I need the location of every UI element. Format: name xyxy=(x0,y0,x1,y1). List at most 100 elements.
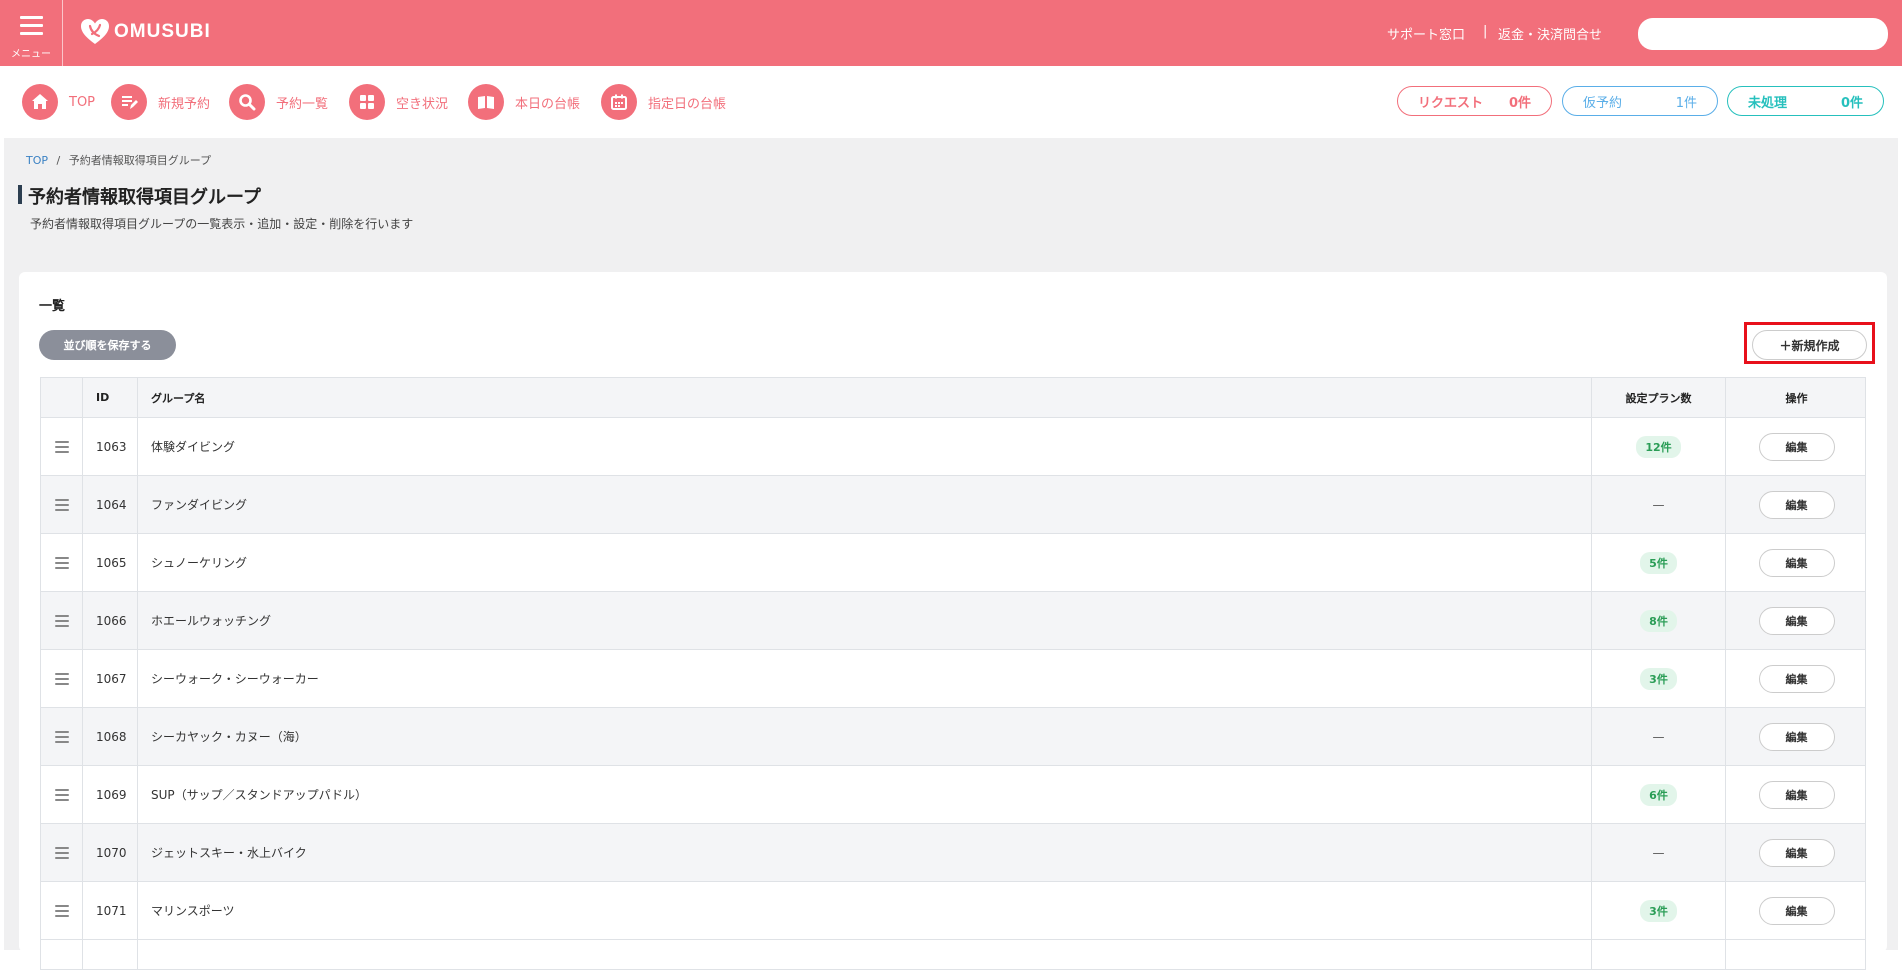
row-plan-count-badge: 12件 xyxy=(1636,435,1681,458)
row-group-name: ジェットスキー・水上バイク xyxy=(138,824,1592,881)
row-plan-count: — xyxy=(1652,845,1665,860)
edit-button[interactable]: 編集 xyxy=(1758,432,1835,461)
row-plan-count-badge: 3件 xyxy=(1640,667,1677,690)
row-plan-count: — xyxy=(1652,729,1665,744)
page-title-accent xyxy=(18,185,22,204)
drag-handle[interactable] xyxy=(41,534,83,591)
drag-handle[interactable] xyxy=(41,592,83,649)
row-ops-cell: 編集 xyxy=(1726,592,1867,649)
nav-reservation-list[interactable]: 予約一覧 xyxy=(229,84,328,120)
drag-column-header xyxy=(41,378,83,417)
row-plan-count-cell: 3件 xyxy=(1592,882,1726,939)
table-row: 1067 シーウォーク・シーウォーカー 3件 編集 xyxy=(40,650,1866,708)
edit-button[interactable]: 編集 xyxy=(1758,548,1835,577)
row-group-name: 体験ダイビング xyxy=(138,418,1592,475)
nav-new-reservation[interactable]: 新規予約 xyxy=(111,84,210,120)
column-header-id: ID xyxy=(83,378,138,417)
table-row: 1068 シーカヤック・カヌー（海） — 編集 xyxy=(40,708,1866,766)
drag-handle-icon xyxy=(54,672,69,685)
drag-handle-icon xyxy=(54,498,69,511)
table-header-row: ID グループ名 設定プラン数 操作 xyxy=(40,377,1866,418)
logo[interactable]: OMUSUBI xyxy=(80,17,211,47)
edit-button[interactable]: 編集 xyxy=(1758,722,1835,751)
row-plan-count-cell: 6件 xyxy=(1592,766,1726,823)
edit-button[interactable]: 編集 xyxy=(1758,780,1835,809)
row-id: 1063 xyxy=(83,418,138,475)
row-group-name: シーカヤック・カヌー（海） xyxy=(138,708,1592,765)
nav-top[interactable]: TOP xyxy=(22,84,95,120)
row-ops-cell: 編集 xyxy=(1726,708,1867,765)
drag-handle[interactable] xyxy=(41,418,83,475)
page-subtitle: 予約者情報取得項目グループの一覧表示・追加・設定・削除を行います xyxy=(30,217,414,231)
row-id: 1068 xyxy=(83,708,138,765)
row-plan-count-cell: — xyxy=(1592,708,1726,765)
edit-button[interactable]: 編集 xyxy=(1758,664,1835,693)
drag-handle[interactable] xyxy=(41,882,83,939)
edit-button[interactable]: 編集 xyxy=(1758,490,1835,519)
table-row-partial xyxy=(40,940,1866,970)
row-id: 1070 xyxy=(83,824,138,881)
row-group-name: ファンダイビング xyxy=(138,476,1592,533)
row-plan-count-cell: — xyxy=(1592,476,1726,533)
nav-date-ledger[interactable]: 指定日の台帳 xyxy=(601,84,726,120)
breadcrumb: TOP / 予約者情報取得項目グループ xyxy=(26,152,211,168)
row-id: 1069 xyxy=(83,766,138,823)
nav-availability-label: 空き状況 xyxy=(396,96,449,112)
row-plan-count-cell: 8件 xyxy=(1592,592,1726,649)
table-row: 1070 ジェットスキー・水上バイク — 編集 xyxy=(40,824,1866,882)
request-counter[interactable]: リクエスト 0件 xyxy=(1397,86,1552,116)
nav-availability[interactable]: 空き状況 xyxy=(349,84,448,120)
table-row: 1066 ホエールウォッチング 8件 編集 xyxy=(40,592,1866,650)
row-id: 1071 xyxy=(83,882,138,939)
table-row: 1071 マリンスポーツ 3件 編集 xyxy=(40,882,1866,940)
search-icon xyxy=(229,84,265,120)
quick-nav-bar: TOP 新規予約 予約一覧 空き状況 本日の台帳 指定日の台帳 リクエスト 0件 xyxy=(0,66,1902,138)
drag-handle-icon xyxy=(54,614,69,627)
header-separator: | xyxy=(1483,24,1488,39)
row-id: 1067 xyxy=(83,650,138,707)
table-row: 1063 体験ダイビング 12件 編集 xyxy=(40,418,1866,476)
edit-button[interactable]: 編集 xyxy=(1758,896,1835,925)
menu-label: メニュー xyxy=(11,49,51,60)
request-counter-count: 0件 xyxy=(1508,95,1531,111)
row-group-name: シュノーケリング xyxy=(138,534,1592,591)
list-title: 一覧 xyxy=(39,299,66,314)
column-header-name: グループ名 xyxy=(138,378,1592,417)
save-order-button[interactable]: 並び順を保存する xyxy=(39,330,176,360)
tentative-counter-count: 1件 xyxy=(1675,95,1697,111)
nav-today-ledger[interactable]: 本日の台帳 xyxy=(468,84,580,120)
drag-handle[interactable] xyxy=(41,824,83,881)
create-new-button[interactable]: ＋新規作成 xyxy=(1752,330,1867,360)
tentative-counter-label: 仮予約 xyxy=(1583,95,1623,111)
support-link[interactable]: サポート窓口 xyxy=(1387,24,1465,43)
drag-handle[interactable] xyxy=(41,766,83,823)
edit-button[interactable]: 編集 xyxy=(1758,606,1835,635)
nav-new-reservation-label: 新規予約 xyxy=(158,96,211,112)
drag-handle-icon xyxy=(54,730,69,743)
hamburger-icon-bar xyxy=(20,32,43,35)
header-search-input[interactable] xyxy=(1638,18,1888,50)
row-group-name: シーウォーク・シーウォーカー xyxy=(138,650,1592,707)
unprocessed-counter[interactable]: 未処理 0件 xyxy=(1727,86,1884,116)
row-plan-count: — xyxy=(1652,497,1665,512)
drag-handle[interactable] xyxy=(41,650,83,707)
nav-top-label: TOP xyxy=(69,94,96,110)
nav-today-ledger-label: 本日の台帳 xyxy=(515,96,581,112)
nav-reservation-list-label: 予約一覧 xyxy=(276,96,329,112)
drag-handle[interactable] xyxy=(41,476,83,533)
breadcrumb-home-link[interactable]: TOP xyxy=(26,154,48,167)
menu-button[interactable]: メニュー xyxy=(0,0,63,66)
drag-column-cell xyxy=(41,940,83,969)
drag-handle-icon xyxy=(54,556,69,569)
unprocessed-counter-count: 0件 xyxy=(1840,95,1863,111)
refund-inquiry-link[interactable]: 返金・決済問合せ xyxy=(1498,24,1602,43)
tentative-counter[interactable]: 仮予約 1件 xyxy=(1562,86,1718,116)
row-id: 1065 xyxy=(83,534,138,591)
heart-logo-icon xyxy=(81,19,109,44)
edit-button[interactable]: 編集 xyxy=(1758,838,1835,867)
row-plan-cell xyxy=(1592,940,1726,969)
table-row: 1064 ファンダイビング — 編集 xyxy=(40,476,1866,534)
drag-handle[interactable] xyxy=(41,708,83,765)
row-ops-cell: 編集 xyxy=(1726,418,1867,475)
row-plan-count-cell: — xyxy=(1592,824,1726,881)
